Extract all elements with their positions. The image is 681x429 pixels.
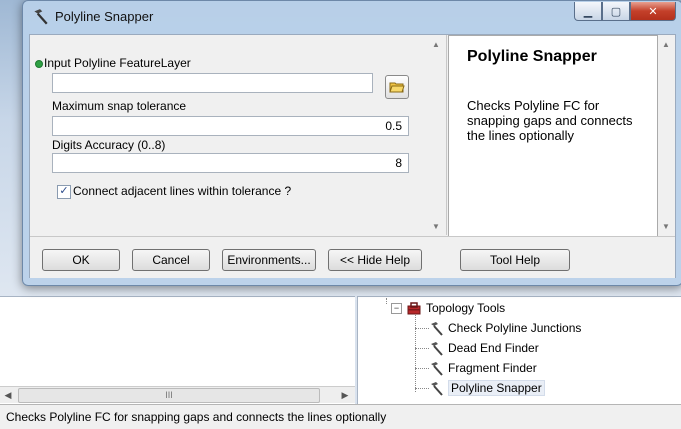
- maximize-icon[interactable]: ▢: [602, 2, 630, 21]
- collapse-icon[interactable]: −: [391, 303, 402, 314]
- tree-item-label: Check Polyline Junctions: [448, 321, 582, 335]
- parameters-panel: Input Polyline FeatureLayer Maximum snap…: [30, 35, 447, 235]
- connect-label: Connect adjacent lines within tolerance …: [73, 184, 292, 198]
- toolbox-icon: [406, 301, 422, 317]
- cancel-button[interactable]: Cancel: [132, 249, 210, 271]
- params-scrollbar[interactable]: ▲ ▼: [428, 35, 444, 235]
- help-panel: Polyline Snapper Checks Polyline FC for …: [448, 35, 658, 237]
- scroll-thumb[interactable]: III: [18, 388, 320, 403]
- tree-item-dead-end-finder[interactable]: Dead End Finder: [428, 338, 539, 358]
- close-icon[interactable]: ✕: [630, 2, 676, 21]
- scroll-up-icon[interactable]: ▲: [658, 37, 674, 53]
- scroll-left-icon[interactable]: ◀: [0, 387, 16, 403]
- title-bar[interactable]: Polyline Snapper ▁ ▢ ✕: [23, 1, 681, 33]
- button-bar: OK Cancel Environments... << Hide Help T…: [30, 236, 675, 278]
- help-scrollbar[interactable]: ▲ ▼: [658, 35, 674, 235]
- help-description: Checks Polyline FC for snapping gaps and…: [467, 98, 633, 143]
- tree-item-fragment-finder[interactable]: Fragment Finder: [428, 358, 537, 378]
- hammer-icon: [428, 321, 444, 337]
- hammer-icon: [428, 341, 444, 357]
- tool-help-button[interactable]: Tool Help: [460, 249, 570, 271]
- digits-label: Digits Accuracy (0..8): [52, 138, 166, 152]
- connect-checkbox[interactable]: ✓: [57, 185, 71, 199]
- window-controls: ▁ ▢ ✕: [574, 2, 676, 21]
- tree-item-label: Dead End Finder: [448, 341, 539, 355]
- environments-button[interactable]: Environments...: [222, 249, 316, 271]
- tree-group-label: Topology Tools: [426, 301, 506, 315]
- tolerance-field[interactable]: 0.5: [52, 116, 409, 136]
- hammer-icon: [428, 361, 444, 377]
- tolerance-label: Maximum snap tolerance: [52, 99, 187, 113]
- tree-group-topology-tools[interactable]: Topology Tools: [406, 298, 505, 318]
- status-bar: Checks Polyline FC for snapping gaps and…: [0, 404, 681, 429]
- hammer-icon: [31, 8, 49, 29]
- tree-item-label-selected: Polyline Snapper: [448, 380, 545, 396]
- ok-button[interactable]: OK: [42, 249, 120, 271]
- required-indicator-icon: [35, 60, 43, 68]
- horizontal-scrollbar[interactable]: ◀ III ▶: [0, 386, 355, 403]
- window-title: Polyline Snapper: [55, 9, 154, 24]
- tree-item-check-polyline-junctions[interactable]: Check Polyline Junctions: [428, 318, 581, 338]
- input-featurelayer-field[interactable]: [52, 73, 373, 93]
- scroll-down-icon[interactable]: ▼: [428, 219, 444, 235]
- digits-field[interactable]: 8: [52, 153, 409, 173]
- scroll-right-icon[interactable]: ▶: [337, 387, 353, 403]
- help-title: Polyline Snapper: [467, 48, 597, 65]
- hide-help-button[interactable]: << Hide Help: [328, 249, 422, 271]
- minimize-icon[interactable]: ▁: [574, 2, 602, 21]
- tree-item-polyline-snapper[interactable]: Polyline Snapper: [428, 378, 545, 398]
- dialog-client: Input Polyline FeatureLayer Maximum snap…: [29, 34, 676, 278]
- scroll-down-icon[interactable]: ▼: [658, 219, 674, 235]
- browse-folder-icon[interactable]: [385, 75, 409, 99]
- tree-item-label: Fragment Finder: [448, 361, 537, 375]
- scroll-up-icon[interactable]: ▲: [428, 37, 444, 53]
- polyline-snapper-dialog: Polyline Snapper ▁ ▢ ✕ Input Polyline Fe…: [22, 0, 681, 286]
- input-label: Input Polyline FeatureLayer: [44, 56, 191, 70]
- hammer-icon: [428, 381, 444, 397]
